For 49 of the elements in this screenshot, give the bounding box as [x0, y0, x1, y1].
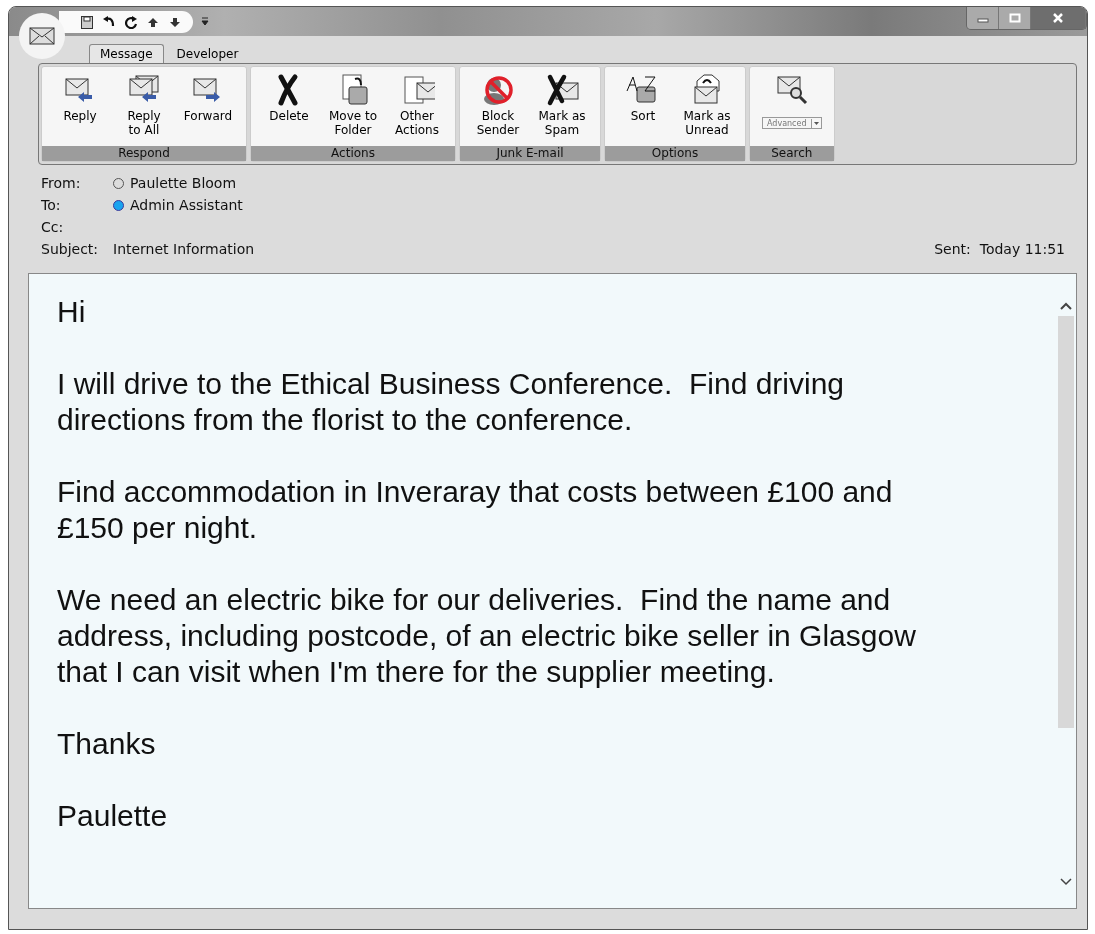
- scroll-down-icon[interactable]: [1060, 878, 1072, 886]
- scroll-up-icon[interactable]: [1060, 302, 1072, 310]
- ribbon-button[interactable]: Sort: [613, 67, 673, 146]
- message-paragraph: Find accommodation in Inveraray that costs between £100 and £150 per night.: [57, 474, 894, 546]
- recipient-name[interactable]: Admin Assistant: [130, 197, 243, 213]
- group-label: Junk E-mail: [460, 146, 600, 161]
- caret-icon: [810, 118, 821, 128]
- group-label: Search: [750, 146, 834, 161]
- group-label: Respond: [42, 146, 246, 161]
- message-paragraph: I will drive to the Ethical Business Conference. Find driving directions from the florist to the conference.: [57, 366, 846, 438]
- message-paragraph: Thanks: [57, 726, 157, 762]
- sender-name[interactable]: Paulette Bloom: [130, 175, 237, 191]
- customize-icon[interactable]: [201, 17, 209, 27]
- sent-time: Sent: Today 11:51: [934, 241, 1065, 257]
- close-button[interactable]: [1031, 7, 1086, 29]
- message-paragraph: We need an electric bike for our deliveries. Find the name and address, including postcode, of an electric bike seller in Glasgow that I can visit when I'm there for the supplier meeting.: [57, 582, 917, 690]
- redo-icon[interactable]: [125, 15, 137, 29]
- advanced-dropdown[interactable]: Advanced: [762, 117, 822, 129]
- down-arrow-icon[interactable]: [169, 15, 181, 29]
- ribbon-tab[interactable]: Message: [89, 44, 164, 64]
- ribbon-button[interactable]: Mark as Unread: [677, 67, 737, 146]
- envelope-icon: [29, 27, 55, 45]
- up-arrow-icon[interactable]: [147, 15, 159, 29]
- field-label: Subject:: [41, 241, 100, 257]
- message-paragraph: Paulette: [57, 798, 169, 834]
- ribbon-button[interactable]: Block Sender: [468, 67, 528, 146]
- ribbon-button[interactable]: Other Actions: [387, 67, 447, 146]
- ribbon-tab[interactable]: Developer: [165, 44, 250, 64]
- ribbon-button[interactable]: Delete: [259, 67, 319, 146]
- message-paragraph: Hi: [57, 294, 87, 330]
- maximize-button[interactable]: [999, 7, 1031, 29]
- ribbon-button[interactable]: Mark as Spam: [532, 67, 592, 146]
- group-label: Actions: [251, 146, 455, 161]
- ribbon-button[interactable]: Reply to All: [114, 67, 174, 146]
- group-label: Options: [605, 146, 745, 161]
- subject-text: Internet Information: [113, 241, 256, 257]
- field-label: From:: [41, 175, 82, 191]
- ribbon-button[interactable]: Forward: [178, 67, 238, 146]
- field-label: To:: [41, 197, 62, 213]
- ribbon-button[interactable]: Advanced: [758, 67, 826, 146]
- save-icon[interactable]: [81, 15, 93, 29]
- ribbon-button[interactable]: Reply: [50, 67, 110, 146]
- app-orb[interactable]: [19, 13, 65, 59]
- close-icon: [1053, 13, 1063, 23]
- field-label: Cc:: [41, 219, 65, 235]
- scroll-thumb[interactable]: [1058, 316, 1074, 728]
- undo-icon[interactable]: [103, 15, 115, 29]
- maximize-icon: [1008, 13, 1021, 23]
- ribbon-button[interactable]: Move to Folder: [323, 67, 383, 146]
